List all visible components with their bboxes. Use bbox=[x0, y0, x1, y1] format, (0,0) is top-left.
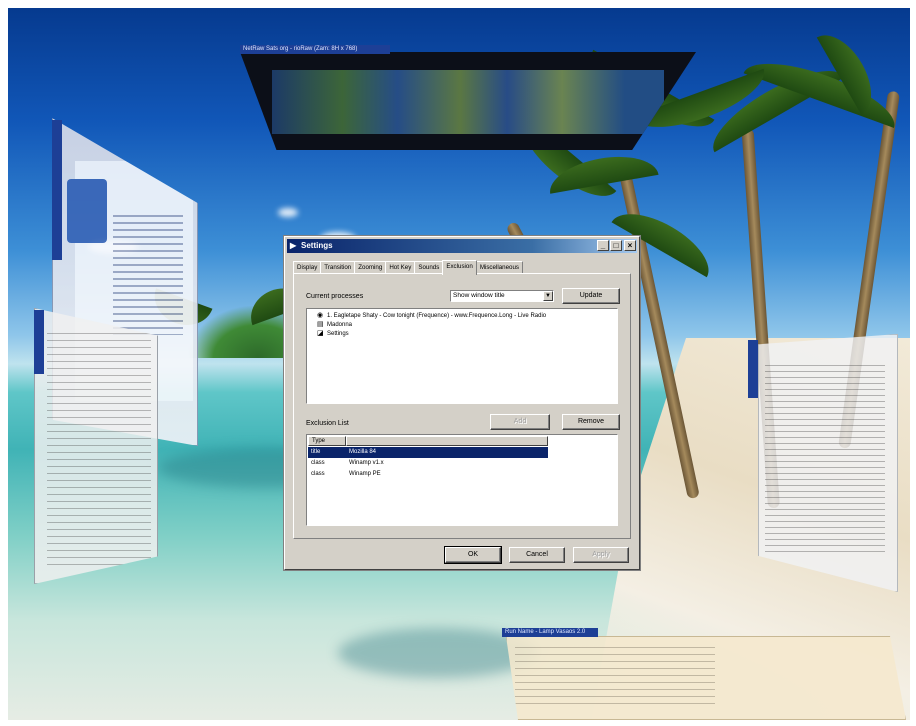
file-list-window-title[interactable] bbox=[34, 310, 44, 374]
lamp-window[interactable] bbox=[506, 636, 906, 720]
process-filter-select[interactable]: Show window title ▼ bbox=[450, 290, 554, 302]
browser-logo bbox=[67, 179, 107, 243]
dialog-title-bar[interactable]: ▶ Settings _ □ × bbox=[287, 239, 637, 253]
chevron-down-icon[interactable]: ▼ bbox=[543, 291, 553, 301]
table-row[interactable]: class Winamp PE bbox=[308, 469, 548, 480]
remove-button[interactable]: Remove bbox=[562, 414, 620, 430]
column-type[interactable]: Type bbox=[308, 436, 346, 446]
text-window[interactable] bbox=[758, 334, 898, 592]
file-list-rows bbox=[47, 333, 151, 569]
row-name: Winamp v1.x bbox=[349, 460, 384, 466]
table-header: Type bbox=[308, 436, 548, 446]
process-label: Settings bbox=[327, 331, 349, 338]
tab-exclusion[interactable]: Exclusion bbox=[442, 260, 477, 275]
text-window-title[interactable] bbox=[748, 340, 758, 398]
cancel-button[interactable]: Cancel bbox=[509, 547, 565, 563]
exclusion-panel: Current processes Show window title ▼ Up… bbox=[293, 273, 631, 539]
process-label: 1. Eagletape Shaty - Cow tonight (Freque… bbox=[327, 313, 547, 320]
row-type: title bbox=[311, 449, 321, 455]
arrow-icon: ▶ bbox=[290, 241, 297, 250]
settings-icon: ◪ bbox=[317, 330, 324, 337]
process-list[interactable]: ◉ 1. Eagletape Shaty - Cow tonight (Frequ… bbox=[306, 308, 618, 404]
exclusion-list-label: Exclusion List bbox=[306, 420, 349, 427]
tab-strip: Display Transition Zooming Hot Key Sounds Exc… bbox=[293, 259, 524, 275]
dialog-title: Settings bbox=[301, 241, 333, 250]
current-processes-label: Current processes bbox=[306, 293, 364, 300]
maximize-button[interactable]: □ bbox=[610, 240, 622, 251]
earth-map-image bbox=[272, 70, 664, 134]
monitor-icon: ▤ bbox=[317, 321, 324, 328]
row-type: class bbox=[311, 471, 325, 477]
process-item[interactable]: ◪ Settings bbox=[317, 330, 349, 339]
update-button[interactable]: Update bbox=[562, 288, 620, 304]
lamp-window-lines bbox=[515, 647, 715, 707]
exclusion-table[interactable]: Type title Mozilla 84 class Winamp v1.x … bbox=[306, 434, 618, 526]
map-window[interactable] bbox=[240, 52, 696, 150]
table-row[interactable]: class Winamp v1.x bbox=[308, 458, 548, 469]
row-type: class bbox=[311, 460, 325, 466]
process-item[interactable]: ◉ 1. Eagletape Shaty - Cow tonight (Frequ… bbox=[317, 312, 546, 321]
close-button[interactable]: × bbox=[624, 240, 636, 251]
file-list-window[interactable] bbox=[34, 308, 158, 584]
text-window-lines bbox=[765, 365, 885, 555]
map-window-title[interactable]: NetRaw Sats org - rioRaw (Zam: 8H x 768) bbox=[240, 45, 390, 54]
table-row[interactable]: title Mozilla 84 bbox=[308, 447, 548, 458]
process-filter-value: Show window title bbox=[453, 292, 505, 299]
winamp-icon: ◉ bbox=[317, 312, 324, 319]
row-name: Mozilla 84 bbox=[349, 449, 377, 455]
apply-button[interactable]: Apply bbox=[573, 547, 629, 563]
ok-button[interactable]: OK bbox=[444, 546, 502, 564]
add-button[interactable]: Add bbox=[490, 414, 550, 430]
settings-dialog: ▶ Settings _ □ × Display Transition Zoomin… bbox=[284, 236, 640, 570]
browser-window-title[interactable] bbox=[52, 120, 62, 260]
row-name: Winamp PE bbox=[349, 471, 381, 477]
process-item[interactable]: ▤ Madonna bbox=[317, 321, 352, 330]
cloud bbox=[278, 208, 298, 217]
column-name[interactable] bbox=[346, 436, 548, 446]
process-label: Madonna bbox=[327, 322, 353, 329]
lamp-window-title[interactable]: Run Name - Lamp Vasaos 2.0 bbox=[502, 628, 598, 637]
browser-text bbox=[113, 215, 183, 335]
minimize-button[interactable]: _ bbox=[597, 240, 609, 251]
